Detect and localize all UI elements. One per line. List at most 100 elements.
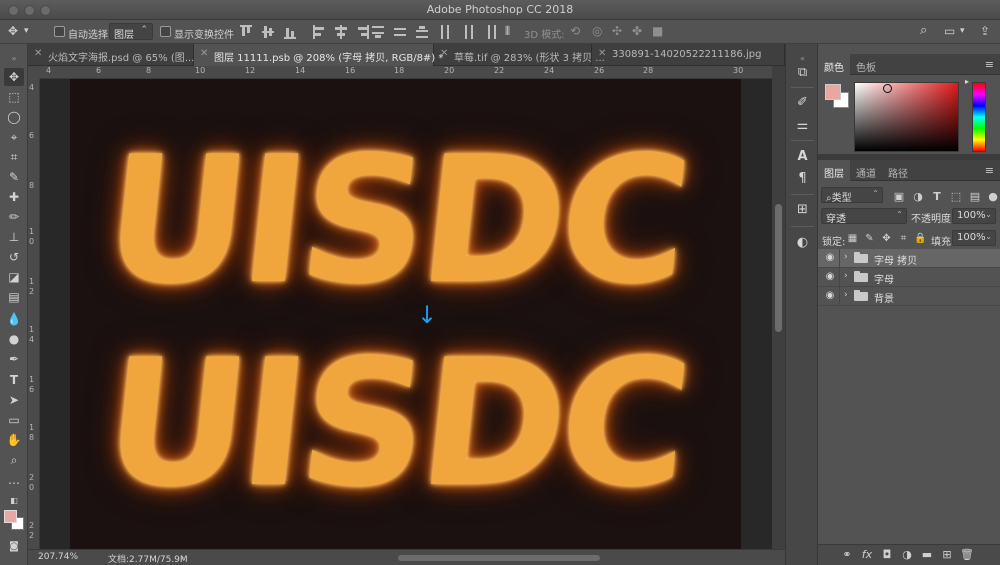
vertical-ruler[interactable]: 4 6 8 1 0 1 2 1 4 1 6 1 8 2 0 2 2 [28,79,40,549]
brush-tool-icon[interactable]: ✏ [4,208,24,226]
foreground-color-swatch[interactable] [4,510,17,523]
eyedropper-tool-icon[interactable]: ✎ [4,168,24,186]
eye-icon[interactable]: ◉ [823,252,837,264]
distribute-vcenter-icon[interactable] [394,25,406,39]
clone-stamp-tool-icon[interactable]: ⊥ [4,228,24,246]
brush-settings-icon[interactable]: ✐ [794,94,811,111]
eraser-tool-icon[interactable]: ◪ [4,268,24,286]
align-top-icon[interactable] [240,25,252,39]
document-canvas[interactable]: UISDC ↓ UISDC [70,79,741,549]
layer-filter-dropdown[interactable]: ⌕类型 ⌃ [821,187,883,204]
path-select-tool-icon[interactable]: ➤ [4,391,24,409]
lock-all-icon[interactable]: 🔒 [914,232,927,245]
distribute-right-icon[interactable] [484,25,496,39]
healing-brush-tool-icon[interactable]: ✚ [4,188,24,206]
chevron-right-icon[interactable]: › [844,290,848,300]
tab-color[interactable]: 颜色 [818,54,850,75]
character-panel-icon[interactable]: A [794,148,811,165]
lock-artboard-icon[interactable]: ⌗ [897,232,910,245]
type-tool-icon[interactable]: T [4,371,24,389]
document-size[interactable]: 文档:2.77M/75.9M [108,552,188,565]
link-layers-icon[interactable]: ⚭ [840,548,854,562]
chevron-right-icon[interactable]: › [844,271,848,281]
layer-row[interactable]: ◉ › 字母 [818,268,1000,287]
history-panel-icon[interactable]: ⧉ [794,64,811,81]
auto-align-icon[interactable]: ⫴ [505,24,510,38]
panel-menu-icon[interactable]: ≡ [985,58,994,71]
blur-tool-icon[interactable]: 💧 [4,310,24,328]
horizontal-scrollbar-thumb[interactable] [398,555,600,561]
color-field[interactable] [854,82,959,152]
paragraph-panel-icon[interactable]: ¶ [794,170,811,187]
layer-row[interactable]: ◉ › 背景 [818,287,1000,306]
filter-adjustment-icon[interactable]: ◑ [911,190,925,204]
trash-icon[interactable]: 🗑 [960,548,974,562]
dodge-tool-icon[interactable]: ● [4,330,24,348]
auto-select-checkbox[interactable] [54,26,65,37]
horizontal-ruler[interactable]: 4 6 8 10 12 14 16 18 20 22 24 26 28 30 [40,66,772,79]
filter-toggle-icon[interactable]: ● [986,190,1000,204]
distribute-left-icon[interactable] [440,25,452,39]
marquee-tool-icon[interactable]: ⬚ [4,88,24,106]
hue-slider[interactable] [972,82,986,152]
3d-drag-icon[interactable]: ✣ [612,24,622,38]
rectangle-tool-icon[interactable]: ▭ [4,411,24,429]
gradient-tool-icon[interactable]: ▤ [4,288,24,306]
new-group-icon[interactable]: ▬ [920,548,934,562]
more-tools-icon[interactable]: ⋯ [4,474,24,492]
vertical-scrollbar[interactable] [772,66,785,549]
close-icon[interactable]: ✕ [200,48,208,59]
foreground-color-chip[interactable] [825,84,841,100]
chevron-right-icon[interactable]: › [181,553,184,562]
3d-slide-icon[interactable]: ✤ [632,24,642,38]
tab-fire-poster[interactable]: ✕ 火焰文字海报.psd @ 65% (图... [28,44,194,66]
zoom-level[interactable]: 207.74% [38,552,78,562]
layer-name[interactable]: 字母 拷贝 [874,252,917,267]
filter-smart-object-icon[interactable]: ▤ [968,190,982,204]
share-icon[interactable]: ⇪ [980,24,990,38]
tab-channels[interactable]: 通道 [850,160,882,181]
layer-name[interactable]: 字母 [874,271,894,286]
3d-rotate-icon[interactable]: ⟲ [570,24,580,38]
3d-roll-icon[interactable]: ◎ [592,24,602,38]
filter-type-icon[interactable]: T [930,190,944,204]
zoom-tool-icon[interactable]: ⌕ [4,451,24,469]
tab-layer-psb[interactable]: ✕ 图层 11111.psb @ 208% (字母 拷贝, RGB/8#) * [194,44,443,66]
move-tool-icon[interactable]: ✥ [4,68,24,86]
scrollbar-thumb[interactable] [775,204,782,332]
show-transform-checkbox[interactable] [160,26,171,37]
layer-row[interactable]: ◉ › 字母 拷贝 [818,249,1000,268]
lasso-tool-icon[interactable]: ◯ [4,108,24,126]
chevron-right-icon[interactable]: › [844,252,848,262]
adjustments-icon[interactable]: ⚌ [794,117,811,134]
move-tool-preset-icon[interactable]: ✥ [8,24,18,38]
close-icon[interactable]: ✕ [440,48,448,59]
filter-shape-icon[interactable]: ⬚ [949,190,963,204]
lock-position-icon[interactable]: ✥ [880,232,893,245]
align-left-icon[interactable] [313,25,325,39]
distribute-top-icon[interactable] [372,25,384,39]
quick-mask-icon[interactable]: ◙ [4,538,24,556]
distribute-hcenter-icon[interactable] [462,25,474,39]
chevron-down-icon[interactable]: ▾ [24,24,29,38]
lock-image-icon[interactable]: ✎ [863,232,876,245]
filter-pixel-icon[interactable]: ▣ [892,190,906,204]
lock-transparent-icon[interactable]: ▦ [846,232,859,245]
eye-icon[interactable]: ◉ [823,290,837,302]
default-colors-icon[interactable]: ◧ [4,492,24,510]
adjustment-layer-icon[interactable]: ◑ [900,548,914,562]
search-icon[interactable]: ⌕ [920,24,927,38]
close-icon[interactable]: ✕ [34,48,42,59]
close-icon[interactable]: ✕ [598,48,606,59]
tab-paths[interactable]: 路径 [882,160,914,181]
tab-strawberry[interactable]: ✕ 草莓.tif @ 283% (形状 3 拷贝 ... [434,44,605,66]
tab-layers[interactable]: 图层 [818,160,850,181]
pen-tool-icon[interactable]: ✒ [4,350,24,368]
eye-icon[interactable]: ◉ [823,271,837,283]
add-mask-icon[interactable]: ◘ [880,548,894,562]
3d-scale-icon[interactable]: ■ [652,24,663,38]
blend-mode-dropdown[interactable]: 穿透 ⌃ [821,208,907,225]
tab-swatches[interactable]: 色板 [850,54,882,75]
fill-input[interactable]: 100% ⌄ [952,230,996,246]
properties-icon[interactable]: ◐ [794,234,811,251]
